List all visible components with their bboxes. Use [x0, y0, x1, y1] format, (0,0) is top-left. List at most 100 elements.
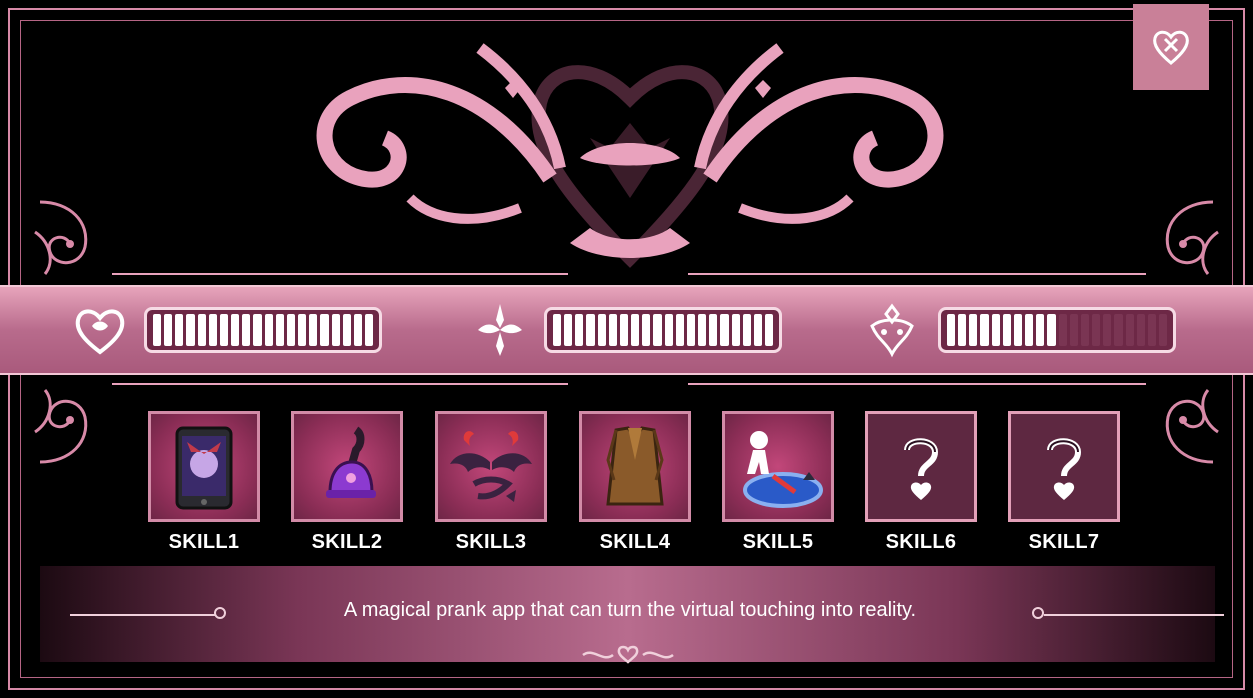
bar-segment: [364, 314, 374, 346]
bar-segment: [1025, 314, 1034, 346]
skill-screen: SKILL1 SKILL2 SKILL3 SKILL4 SKILL5 SKILL…: [0, 0, 1253, 698]
skill-slot-3[interactable]: [435, 411, 547, 522]
bar-segment: [575, 314, 584, 346]
bar-segment: [709, 314, 718, 346]
bar-segment: [331, 314, 340, 346]
bar-segment: [619, 314, 629, 346]
bar-segment: [275, 314, 284, 346]
brown-coat-icon: [606, 426, 664, 506]
bar-segment: [980, 314, 989, 346]
bar-segment: [1136, 314, 1145, 346]
fleur-stat-bar: [544, 307, 782, 353]
question-heart-icon: [904, 438, 939, 500]
close-button[interactable]: [1133, 4, 1209, 90]
bar-segment: [1092, 314, 1101, 346]
bar-segment: [631, 314, 640, 346]
heart-stat-bar: [144, 307, 382, 353]
heart-crest-ornament-icon: [316, 43, 944, 268]
crest-stat-bar: [938, 307, 1176, 353]
bar-segment: [242, 314, 251, 346]
bar-segment: [720, 314, 729, 346]
corner-flourish-icon: [34, 200, 88, 275]
bar-segment: [969, 314, 978, 346]
bar-segment: [298, 314, 307, 346]
divider-line: [688, 383, 1146, 385]
bar-segment: [1002, 314, 1011, 346]
bar-segment: [991, 314, 1000, 346]
bar-segment: [219, 314, 229, 346]
bar-segment: [153, 314, 162, 346]
bar-segment: [947, 314, 956, 346]
bar-segment: [353, 314, 362, 346]
bar-segment: [264, 314, 273, 346]
skill-slot-5[interactable]: [722, 411, 834, 522]
divider-line: [112, 273, 568, 275]
bar-segment: [231, 314, 240, 346]
portal-figure-icon: [743, 431, 823, 508]
skill-slot-2[interactable]: [291, 411, 403, 522]
bar-segment: [664, 314, 673, 346]
bar-segment: [698, 314, 707, 346]
skill-slot-6[interactable]: [865, 411, 977, 522]
skill-label-2: SKILL2: [311, 531, 383, 553]
divider-line: [112, 383, 568, 385]
corner-flourish-icon: [34, 389, 88, 464]
bar-segment: [320, 314, 329, 346]
bar-segment: [1047, 314, 1056, 346]
bar-segment: [597, 314, 606, 346]
devil-wings-horns-icon: [450, 431, 532, 502]
divider-line: [688, 273, 1146, 275]
skill-slot-1[interactable]: [148, 411, 260, 522]
skill-label-5: SKILL5: [742, 531, 814, 553]
knob-icon: [214, 607, 226, 619]
bar-segment: [1114, 314, 1123, 346]
skill-slot-4[interactable]: [579, 411, 691, 522]
corner-flourish-icon: [1165, 389, 1219, 464]
bar-segment: [1125, 314, 1134, 346]
bar-segment: [164, 314, 173, 346]
bar-segment: [686, 314, 696, 346]
heart-flourish-icon: [582, 645, 674, 664]
bar-segment: [1069, 314, 1078, 346]
corner-flourish-icon: [1165, 200, 1219, 275]
bar-segment: [1080, 314, 1090, 346]
phone-demon-icon: [175, 426, 233, 510]
skill-label-6: SKILL6: [885, 531, 957, 553]
bar-segment: [731, 314, 740, 346]
bar-segment: [1058, 314, 1067, 346]
bar-segment: [186, 314, 195, 346]
heart-stat-icon: [75, 309, 125, 355]
bar-segment: [197, 314, 206, 346]
bar-segment: [608, 314, 617, 346]
purple-bell-icon: [326, 426, 376, 498]
bar-segment: [564, 314, 573, 346]
bar-segment: [208, 314, 217, 346]
bar-segment: [742, 314, 751, 346]
crest-stat-icon: [870, 303, 914, 358]
knob-icon: [1032, 607, 1044, 619]
fleur-stat-icon: [478, 304, 522, 356]
skill-label-1: SKILL1: [168, 531, 240, 553]
bar-segment: [175, 314, 184, 346]
bar-segment: [1036, 314, 1045, 346]
bar-segment: [1158, 314, 1168, 346]
bar-segment: [764, 314, 774, 346]
bar-segment: [1147, 314, 1156, 346]
bar-segment: [753, 314, 762, 346]
heart-close-icon: [1153, 30, 1189, 65]
skill-label-3: SKILL3: [455, 531, 527, 553]
bar-segment: [253, 314, 262, 346]
skill-slot-7[interactable]: [1008, 411, 1120, 522]
bar-segment: [1103, 314, 1112, 346]
bar-segment: [309, 314, 318, 346]
skill-label-4: SKILL4: [599, 531, 671, 553]
skill-label-7: SKILL7: [1028, 531, 1100, 553]
divider-line: [70, 614, 216, 616]
bar-segment: [642, 314, 651, 346]
bar-segment: [1013, 314, 1023, 346]
bar-segment: [958, 314, 967, 346]
bar-segment: [553, 314, 562, 346]
bar-segment: [586, 314, 595, 346]
divider-line: [1044, 614, 1224, 616]
bar-segment: [286, 314, 296, 346]
